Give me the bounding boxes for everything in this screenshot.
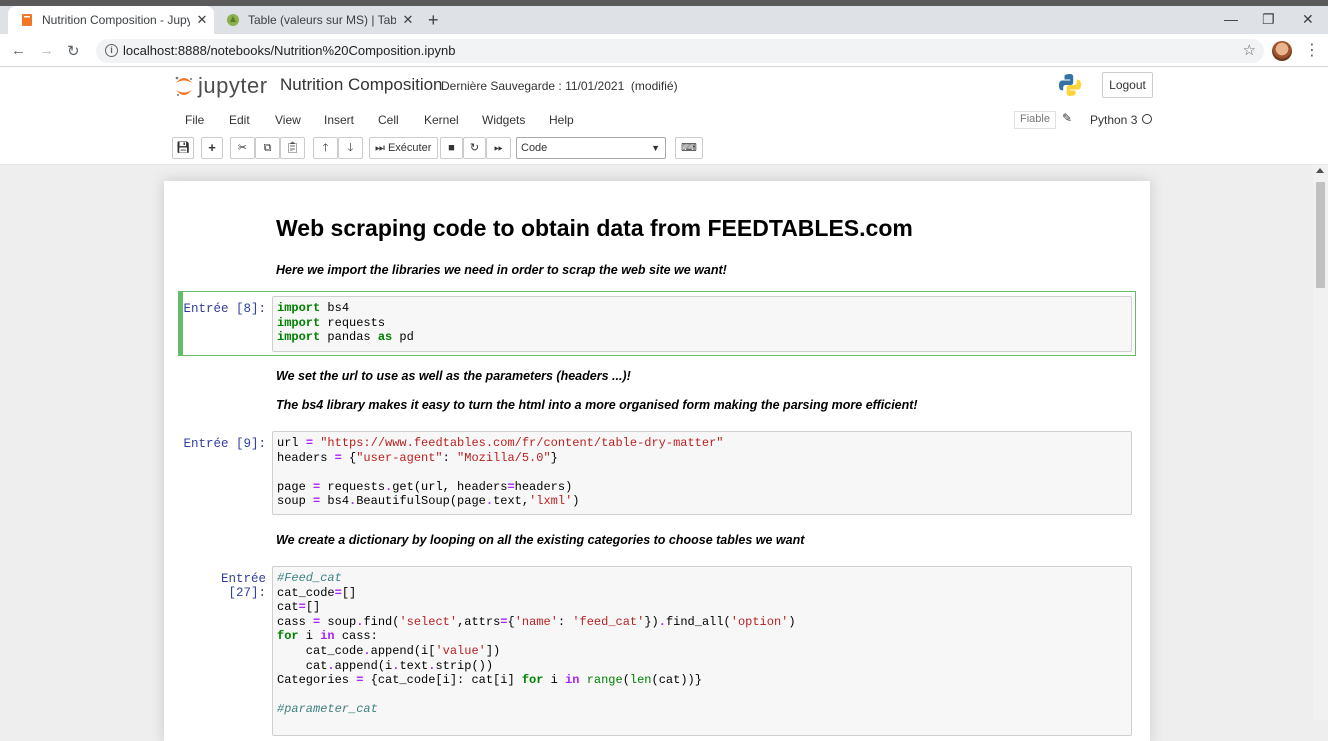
tab-title: Table (valeurs sur MS) | Tables de <box>248 13 396 27</box>
paste-icon: 📋︎ <box>285 142 300 154</box>
menu-edit[interactable]: Edit <box>229 113 250 127</box>
feedtables-favicon-icon <box>227 14 239 26</box>
close-tab-icon[interactable]: ✕ <box>190 12 214 28</box>
restart-icon: ↻ <box>469 142 480 154</box>
cell-type-select[interactable]: Code ▼ <box>516 137 666 159</box>
markdown-heading: Web scraping code to obtain data from FE… <box>276 215 913 241</box>
restore-button[interactable]: ❐ <box>1262 11 1275 28</box>
menu-insert[interactable]: Insert <box>324 113 354 127</box>
menu-cell[interactable]: Cell <box>378 113 399 127</box>
paste-button[interactable]: 📋︎ <box>280 137 305 159</box>
scissors-icon: ✂ <box>237 142 248 154</box>
move-up-button[interactable]: 🡑 <box>313 137 338 159</box>
copy-button[interactable]: ⧉ <box>255 137 280 159</box>
menu-help[interactable]: Help <box>549 113 574 127</box>
cell-type-value: Code <box>521 142 548 154</box>
stop-icon: ■ <box>448 142 455 154</box>
modified-flag: (modifié) <box>630 79 678 93</box>
command-palette-button[interactable]: ⌨ <box>675 137 703 159</box>
edit-mode-pencil-icon: ✎ <box>1062 111 1073 125</box>
arrow-down-icon: 🡓 <box>347 142 354 154</box>
run-button[interactable]: ⏭︎ Exécuter <box>369 137 438 159</box>
menu-view[interactable]: View <box>275 113 301 127</box>
move-down-button[interactable]: 🡓 <box>338 137 363 159</box>
reload-icon[interactable]: ↻ <box>67 42 80 60</box>
close-tab-icon[interactable]: ✕ <box>396 12 420 28</box>
code-editor[interactable]: #Feed_cat cat_code=[] cat=[] cass = soup… <box>272 566 1132 736</box>
jupyter-header: jupyter Nutrition Composition Dernière S… <box>0 67 1328 165</box>
run-label: Exécuter <box>387 142 432 154</box>
browser-menu-icon[interactable]: ⋮ <box>1304 40 1320 60</box>
save-icon: 💾︎ <box>176 142 190 154</box>
forward-arrow-icon[interactable]: → <box>39 42 54 59</box>
input-prompt: Entrée [8]: <box>183 302 266 316</box>
restart-run-all-button[interactable]: ⏩︎ <box>486 137 511 159</box>
keyboard-icon: ⌨ <box>681 142 697 154</box>
omnibox[interactable]: i localhost:8888/notebooks/Nutrition%20C… <box>96 39 1264 63</box>
browser-tab-jupyter[interactable]: Nutrition Composition - Jupyter ✕ <box>8 6 214 34</box>
minimize-button[interactable]: — <box>1224 11 1238 27</box>
browser-tab-feedtables[interactable]: Table (valeurs sur MS) | Tables de ✕ <box>214 6 420 34</box>
menu-widgets[interactable]: Widgets <box>482 113 525 127</box>
arrow-up-icon: 🡑 <box>322 142 329 154</box>
interrupt-button[interactable]: ■ <box>440 137 463 159</box>
code-cell[interactable]: Entrée [27]: #Feed_cat cat_code=[] cat=[… <box>178 566 1136 736</box>
input-prompt: Entrée [9]: <box>183 437 266 451</box>
notebook-name[interactable]: Nutrition Composition <box>280 75 443 95</box>
jupyter-favicon-icon <box>22 14 32 26</box>
site-info-icon[interactable]: i <box>105 44 118 57</box>
menu-file[interactable]: File <box>185 113 204 127</box>
save-button[interactable]: 💾︎ <box>172 137 194 159</box>
close-window-button[interactable]: ✕ <box>1302 11 1314 28</box>
python-logo-icon <box>1059 74 1081 96</box>
kernel-idle-indicator-icon <box>1142 114 1152 124</box>
restart-button[interactable]: ↻ <box>463 137 486 159</box>
trusted-indicator[interactable]: Fiable <box>1014 111 1056 129</box>
kernel-name[interactable]: Python 3 <box>1090 113 1137 127</box>
notebook-container: Web scraping code to obtain data from FE… <box>164 181 1150 741</box>
profile-avatar[interactable] <box>1272 41 1292 61</box>
browser-tab-bar: Nutrition Composition - Jupyter ✕ Table … <box>0 6 1328 34</box>
new-tab-button[interactable]: + <box>428 11 439 29</box>
input-prompt: Entrée [27]: <box>220 572 266 600</box>
tab-title: Nutrition Composition - Jupyter <box>42 13 190 27</box>
markdown-text: We set the url to use as well as the par… <box>276 369 631 383</box>
copy-icon: ⧉ <box>263 142 272 154</box>
markdown-text: We create a dictionary by looping on all… <box>276 533 805 547</box>
url-text[interactable]: localhost:8888/notebooks/Nutrition%20Com… <box>123 43 455 58</box>
save-status: Dernière Sauvegarde : 11/01/2021 (modifi… <box>441 79 678 93</box>
jupyter-orbit-icon <box>175 76 192 96</box>
code-cell[interactable]: Entrée [9]: url = "https://www.feedtable… <box>178 431 1136 517</box>
vertical-scrollbar[interactable] <box>1313 165 1328 720</box>
markdown-text: Here we import the libraries we need in … <box>276 263 727 277</box>
scroll-up-arrow-icon[interactable] <box>1316 168 1324 173</box>
step-forward-icon: ⏭︎ <box>375 142 385 154</box>
notebook-scroll-area[interactable]: Web scraping code to obtain data from FE… <box>0 165 1328 741</box>
last-save-text: Dernière Sauvegarde : 11/01/2021 <box>441 79 625 93</box>
address-bar-row: ← → ↻ i localhost:8888/notebooks/Nutriti… <box>0 34 1328 67</box>
code-editor[interactable]: import bs4 import requests import pandas… <box>272 296 1132 352</box>
code-cell-selected[interactable]: Entrée [8]: import bs4 import requests i… <box>178 291 1136 356</box>
scrollbar-thumb[interactable] <box>1316 182 1325 288</box>
notebook-menubar: File Edit View Insert Cell Kernel Widget… <box>174 107 1158 133</box>
code-editor[interactable]: url = "https://www.feedtables.com/fr/con… <box>272 431 1132 515</box>
logout-button[interactable]: Logout <box>1102 72 1153 98</box>
markdown-text: The bs4 library makes it easy to turn th… <box>276 398 918 412</box>
cut-button[interactable]: ✂ <box>230 137 255 159</box>
menu-kernel[interactable]: Kernel <box>424 113 459 127</box>
insert-cell-button[interactable]: + <box>201 137 223 159</box>
bookmark-star-icon[interactable]: ☆ <box>1243 41 1256 59</box>
jupyter-wordmark: jupyter <box>198 73 268 98</box>
plus-icon: + <box>208 140 216 155</box>
fast-forward-icon: ⏩︎ <box>494 142 503 154</box>
chevron-down-icon: ▼ <box>651 143 660 153</box>
back-arrow-icon[interactable]: ← <box>11 42 26 59</box>
